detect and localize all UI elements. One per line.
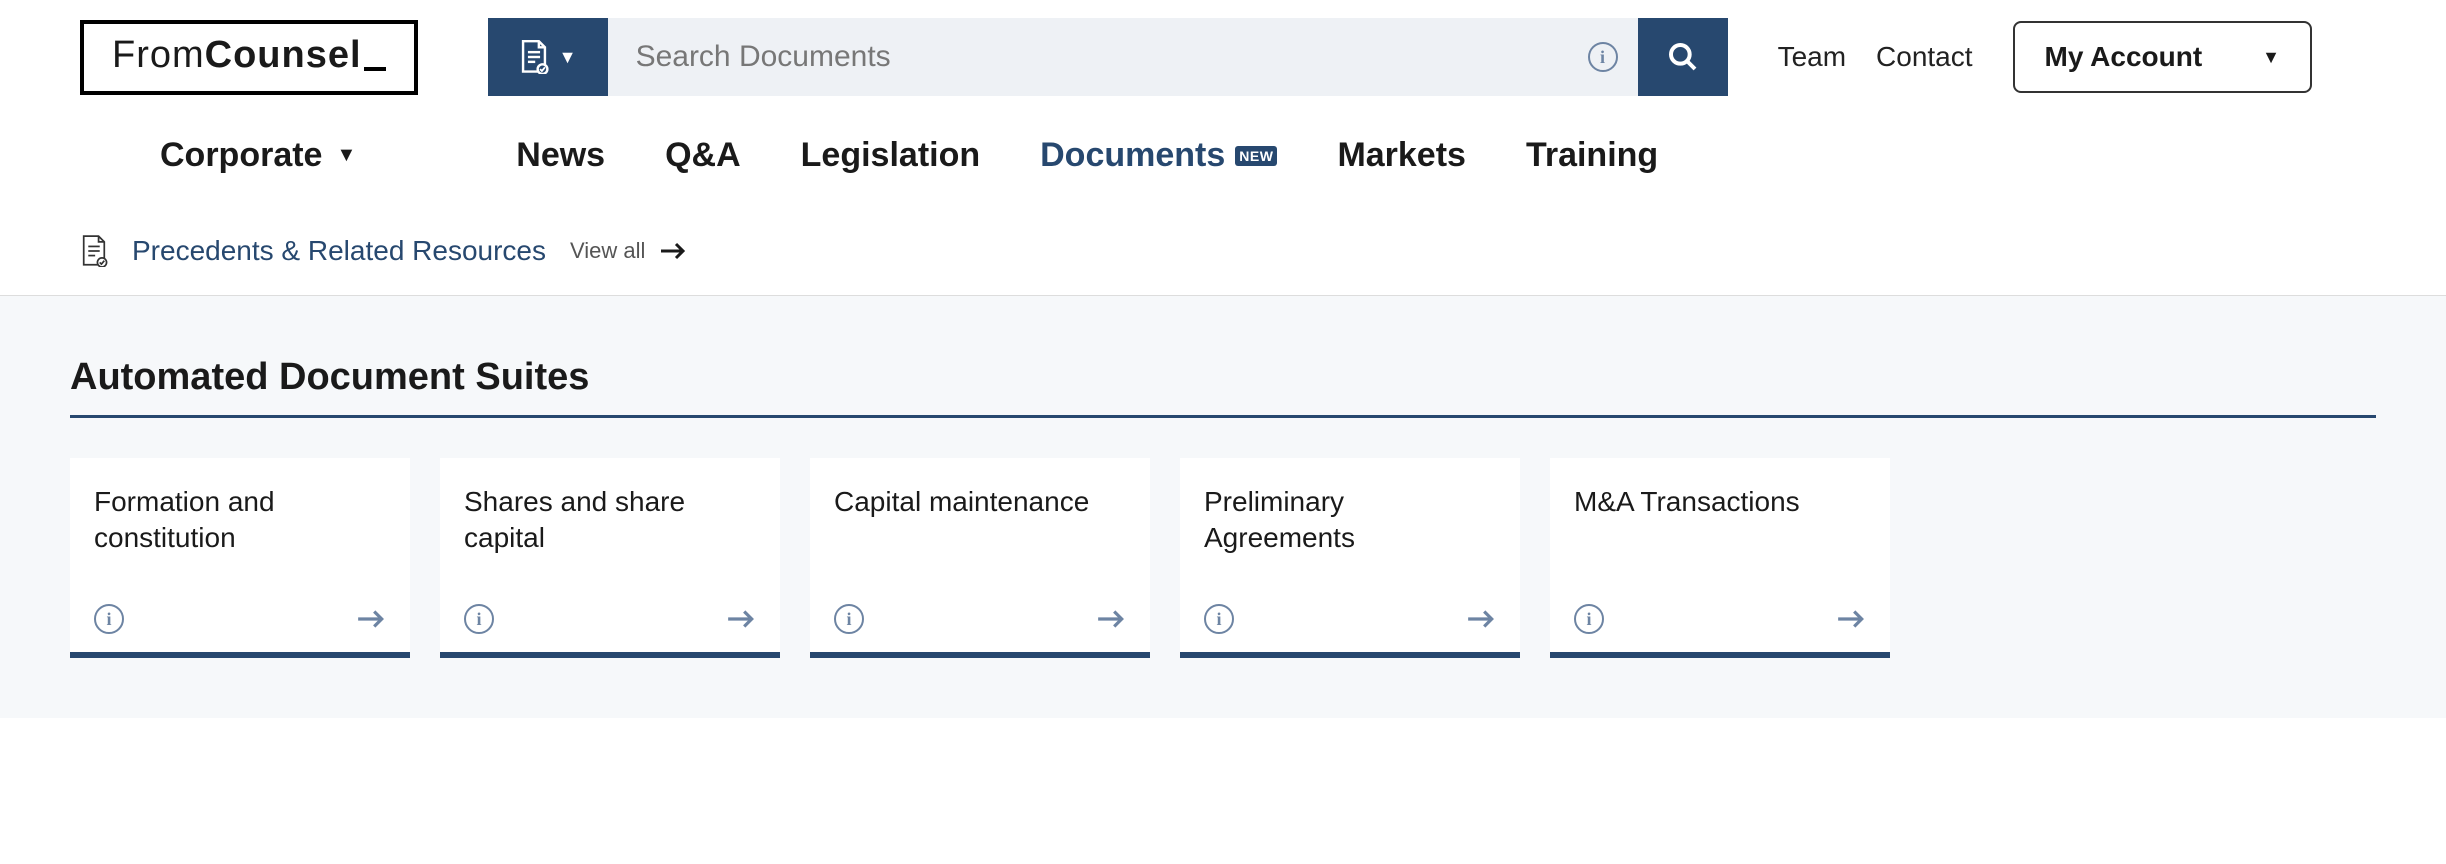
arrow-right-icon [659,241,687,261]
card-title: Shares and share capital [464,484,756,557]
arrow-right-icon[interactable] [726,608,756,630]
nav-documents[interactable]: Documents NEW [1040,136,1277,175]
info-icon[interactable]: i [1574,604,1604,634]
arrow-right-icon[interactable] [1836,608,1866,630]
info-icon[interactable]: i [464,604,494,634]
nav-label: Training [1526,136,1658,175]
card-row: Formation and constitution i Shares and … [70,458,2376,658]
card-capital[interactable]: Capital maintenance i [810,458,1150,658]
arrow-right-icon[interactable] [1096,608,1126,630]
nav-label: Markets [1337,136,1466,175]
card-footer: i [834,604,1126,634]
caret-down-icon: ▼ [2262,47,2280,68]
nav-label: Q&A [665,136,741,175]
logo[interactable]: FromCounsel [80,20,418,95]
top-bar: FromCounsel ▼ i Team C [0,0,2446,96]
info-icon: i [1588,42,1618,72]
new-badge: NEW [1235,146,1277,166]
sub-header: Precedents & Related Resources View all [0,205,2446,296]
nav-news[interactable]: News [516,136,605,175]
search-input[interactable] [608,18,1568,96]
card-title: Preliminary Agreements [1204,484,1496,557]
section-title: Automated Document Suites [70,356,2376,418]
contact-link[interactable]: Contact [1876,41,1973,73]
view-all-link[interactable]: View all [570,238,687,264]
automated-document-suites-section: Automated Document Suites Formation and … [0,296,2446,718]
corporate-dropdown[interactable]: Corporate ▼ [160,136,356,175]
card-formation[interactable]: Formation and constitution i [70,458,410,658]
document-filter-dropdown[interactable]: ▼ [488,18,608,96]
card-shares[interactable]: Shares and share capital i [440,458,780,658]
card-title: Formation and constitution [94,484,386,557]
logo-cursor [364,67,386,71]
card-title: M&A Transactions [1574,484,1866,520]
document-icon [519,40,549,74]
info-icon[interactable]: i [1204,604,1234,634]
nav-markets[interactable]: Markets [1337,136,1466,175]
arrow-right-icon[interactable] [1466,608,1496,630]
document-check-icon [80,235,108,267]
card-preliminary[interactable]: Preliminary Agreements i [1180,458,1520,658]
caret-down-icon: ▼ [559,47,577,68]
card-footer: i [94,604,386,634]
card-footer: i [464,604,756,634]
card-footer: i [1574,604,1866,634]
search-button[interactable] [1638,18,1728,96]
logo-text-2: Counsel [205,34,362,77]
my-account-dropdown[interactable]: My Account ▼ [2013,21,2312,93]
nav-qa[interactable]: Q&A [665,136,741,175]
nav-legislation[interactable]: Legislation [801,136,980,175]
sub-header-title: Precedents & Related Resources [132,235,546,267]
view-all-label: View all [570,238,645,264]
top-links: Team Contact [1778,41,1973,73]
team-link[interactable]: Team [1778,41,1846,73]
card-title: Capital maintenance [834,484,1126,520]
card-footer: i [1204,604,1496,634]
caret-down-icon: ▼ [336,144,356,167]
search-icon [1667,41,1699,73]
nav-label: Documents [1040,136,1225,175]
arrow-right-icon[interactable] [356,608,386,630]
search-bar: ▼ i [488,18,1728,96]
nav-label: Legislation [801,136,980,175]
main-nav: Corporate ▼ News Q&A Legislation Documen… [0,96,2446,205]
my-account-label: My Account [2045,41,2203,73]
corporate-label: Corporate [160,136,322,175]
info-icon[interactable]: i [834,604,864,634]
search-info-button[interactable]: i [1568,18,1638,96]
logo-text-1: From [112,34,205,77]
nav-training[interactable]: Training [1526,136,1658,175]
info-icon[interactable]: i [94,604,124,634]
nav-label: News [516,136,605,175]
card-ma[interactable]: M&A Transactions i [1550,458,1890,658]
